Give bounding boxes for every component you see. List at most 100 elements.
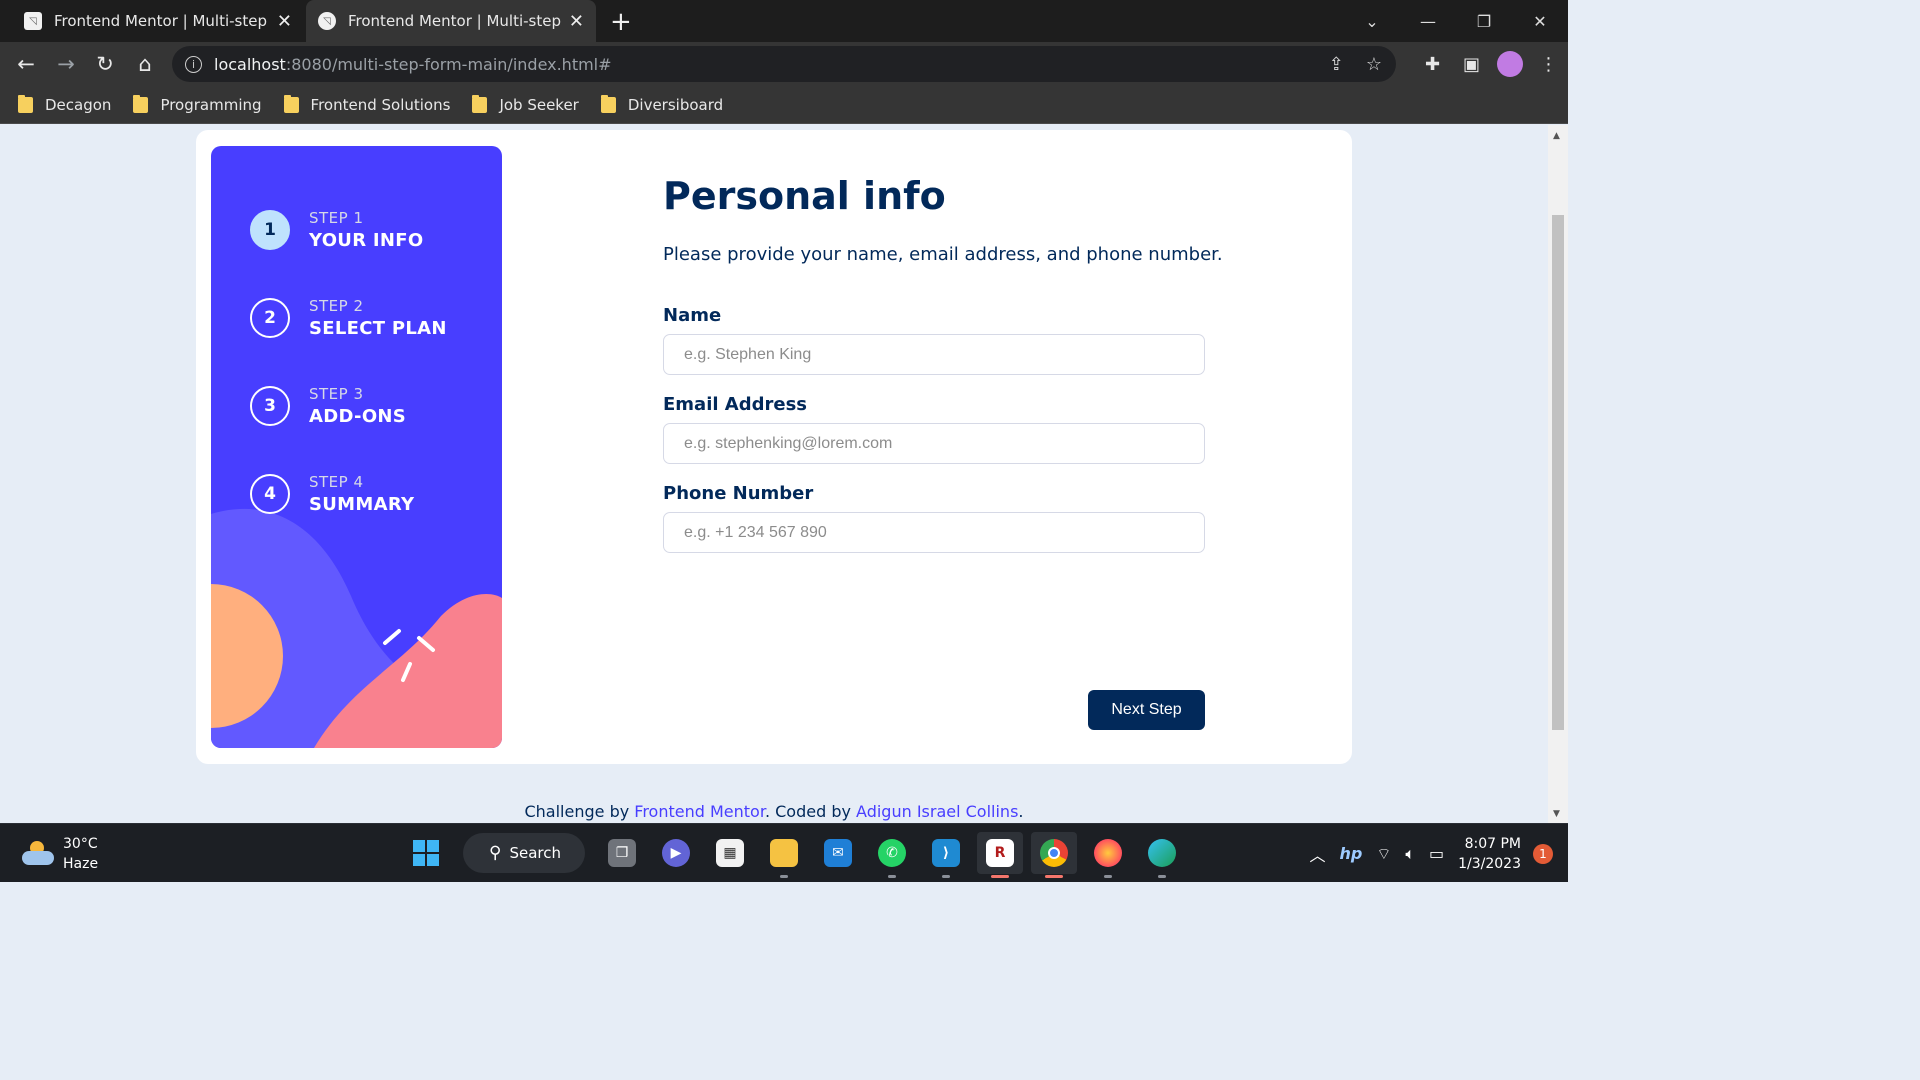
footer-suffix: . xyxy=(1018,802,1024,821)
bookmark-star-icon[interactable]: ☆ xyxy=(1366,54,1382,75)
battery-icon[interactable]: ▭ xyxy=(1429,844,1444,863)
whatsapp-icon: ✆ xyxy=(878,839,906,867)
minimize-icon[interactable]: — xyxy=(1400,12,1456,31)
step-name: SELECT PLAN xyxy=(309,318,447,339)
file-explorer-button[interactable] xyxy=(761,832,807,878)
menu-kebab-icon[interactable]: ⋮ xyxy=(1529,54,1568,75)
step-4[interactable]: 4 STEP 4 SUMMARY xyxy=(250,473,414,515)
whatsapp-button[interactable]: ✆ xyxy=(869,832,915,878)
name-input[interactable] xyxy=(663,334,1205,375)
mail-icon: ✉ xyxy=(824,839,852,867)
firefox-icon xyxy=(1094,839,1122,867)
scroll-up-arrow-icon[interactable]: ▲ xyxy=(1553,131,1560,141)
start-button[interactable] xyxy=(403,832,449,874)
firefox-button[interactable] xyxy=(1085,832,1131,878)
new-tab-plus-icon[interactable]: + xyxy=(610,7,632,37)
folder-icon xyxy=(18,94,33,113)
close-tab-icon[interactable]: ✕ xyxy=(569,11,584,32)
browser-tab-strip: ◹ Frontend Mentor | Multi-step form ✕ ◹ … xyxy=(0,0,1568,42)
vscode-icon: ⟩ xyxy=(932,839,960,867)
bookmark-folder[interactable]: Diversiboard xyxy=(600,94,723,114)
name-label: Name xyxy=(663,305,722,326)
form-card: 1 STEP 1 YOUR INFO 2 STEP 2 SELECT PLAN … xyxy=(196,130,1352,764)
reader-app-button[interactable]: R xyxy=(977,832,1023,878)
scroll-down-arrow-icon[interactable]: ▼ xyxy=(1553,809,1560,819)
reader-icon: R xyxy=(986,839,1014,867)
home-icon[interactable]: ⌂ xyxy=(131,50,159,78)
weather-widget[interactable]: 30°C Haze xyxy=(22,834,98,874)
next-step-button[interactable]: Next Step xyxy=(1088,690,1205,730)
site-info-icon[interactable]: i xyxy=(185,55,202,73)
step-3[interactable]: 3 STEP 3 ADD-ONS xyxy=(250,385,406,427)
clock[interactable]: 8:07 PM 1/3/2023 xyxy=(1458,834,1521,874)
tab-search-chevron-icon[interactable]: ⌄ xyxy=(1344,12,1400,31)
footer-middle: . Coded by xyxy=(764,802,857,821)
browser-tab-1[interactable]: ◹ Frontend Mentor | Multi-step form ✕ xyxy=(12,0,304,42)
restore-icon[interactable]: ❐ xyxy=(1456,12,1512,31)
footer-prefix: Challenge by xyxy=(524,802,635,821)
wifi-icon[interactable]: ⌔ xyxy=(1376,844,1391,864)
page-viewport: 1 STEP 1 YOUR INFO 2 STEP 2 SELECT PLAN … xyxy=(0,125,1548,823)
edge-icon xyxy=(1148,839,1176,867)
back-arrow-icon[interactable]: ← xyxy=(12,50,40,78)
close-window-icon[interactable]: ✕ xyxy=(1512,12,1568,31)
folder-icon xyxy=(770,839,798,867)
url-text[interactable]: localhost:8080/multi-step-form-main/inde… xyxy=(214,55,612,74)
notification-badge[interactable]: 1 xyxy=(1533,843,1553,864)
store-icon: ▦ xyxy=(716,839,744,867)
bookmark-folder[interactable]: Programming xyxy=(133,94,262,114)
close-tab-icon[interactable]: ✕ xyxy=(277,11,292,32)
phone-input[interactable] xyxy=(663,512,1205,553)
profile-avatar[interactable] xyxy=(1497,51,1523,77)
email-input[interactable] xyxy=(663,423,1205,464)
step-1[interactable]: 1 STEP 1 YOUR INFO xyxy=(250,209,424,251)
step-name: ADD-ONS xyxy=(309,406,407,427)
folder-icon xyxy=(283,94,299,113)
window-controls: ⌄ — ❐ ✕ xyxy=(1344,0,1568,42)
bookmark-label: Decagon xyxy=(45,95,112,114)
system-tray: ︿ hp ⌔ 🔈︎ ▭ 8:07 PM 1/3/2023 1 xyxy=(1309,824,1568,883)
step-2[interactable]: 2 STEP 2 SELECT PLAN xyxy=(250,297,447,339)
page-title: Personal info xyxy=(663,174,946,218)
page-scrollbar[interactable]: ▲ ▼ xyxy=(1548,125,1568,823)
forward-arrow-icon[interactable]: → xyxy=(52,50,80,78)
share-icon[interactable]: ⇪ xyxy=(1329,54,1344,75)
step-label: STEP 4 xyxy=(309,473,364,491)
mail-button[interactable]: ✉ xyxy=(815,832,861,874)
clock-time: 8:07 PM xyxy=(1464,835,1521,852)
os-taskbar: 30°C Haze ⚲ Search ❐ ▶ ▦ ✉ ✆ ⟩ R ︿ hp ⌔ … xyxy=(0,823,1568,882)
bookmark-folder[interactable]: Job Seeker xyxy=(472,94,579,114)
url-host: localhost xyxy=(214,54,286,74)
search-label: Search xyxy=(509,844,561,862)
bookmark-folder[interactable]: Decagon xyxy=(18,94,112,114)
bookmark-folder[interactable]: Frontend Solutions xyxy=(283,94,450,114)
volume-icon[interactable]: 🔈︎ xyxy=(1405,844,1415,864)
step-label: STEP 2 xyxy=(309,297,364,315)
browser-tab-2[interactable]: ◹ Frontend Mentor | Multi-step form ✕ xyxy=(306,0,596,42)
teams-chat-button[interactable]: ▶ xyxy=(653,832,699,874)
weather-temp: 30°C xyxy=(63,836,98,852)
chrome-icon xyxy=(1040,839,1068,867)
show-hidden-icons-chevron-icon[interactable]: ︿ xyxy=(1309,842,1325,866)
steps-sidebar: 1 STEP 1 YOUR INFO 2 STEP 2 SELECT PLAN … xyxy=(211,146,502,748)
bookmarks-bar: Decagon Programming Frontend Solutions J… xyxy=(0,86,1568,124)
vscode-button[interactable]: ⟩ xyxy=(923,832,969,878)
author-link[interactable]: Adigun Israel Collins xyxy=(856,802,1018,821)
video-chat-icon: ▶ xyxy=(662,839,690,867)
extensions-puzzle-icon[interactable]: ✚ xyxy=(1413,54,1452,75)
chrome-button[interactable] xyxy=(1031,832,1077,878)
reload-icon[interactable]: ↻ xyxy=(91,50,119,78)
side-panel-icon[interactable]: ▣ xyxy=(1452,54,1491,75)
frontend-mentor-link[interactable]: Frontend Mentor xyxy=(634,802,765,821)
step-number-badge: 4 xyxy=(250,474,290,514)
page-favicon-icon: ◹ xyxy=(24,12,42,30)
hp-icon[interactable]: hp xyxy=(1339,844,1362,863)
step-number-badge: 1 xyxy=(250,210,290,250)
taskbar-search[interactable]: ⚲ Search xyxy=(463,833,585,873)
edge-button[interactable] xyxy=(1139,832,1185,878)
task-view-button[interactable]: ❐ xyxy=(599,832,645,874)
store-button[interactable]: ▦ xyxy=(707,832,753,874)
address-bar[interactable]: i localhost:8080/multi-step-form-main/in… xyxy=(172,46,1396,82)
scrollbar-thumb[interactable] xyxy=(1552,215,1564,730)
task-view-icon: ❐ xyxy=(608,839,636,867)
